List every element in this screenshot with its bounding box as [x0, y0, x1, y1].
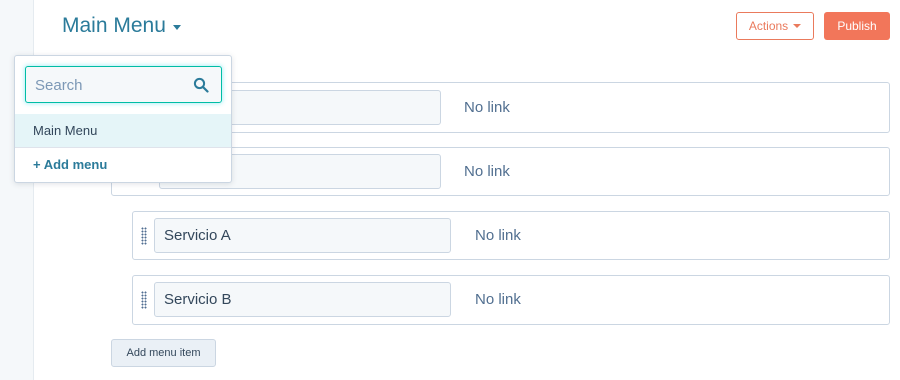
drag-handle-icon[interactable] — [141, 227, 147, 245]
search-input[interactable] — [26, 67, 197, 104]
divider — [15, 147, 231, 148]
menu-item-label-input[interactable]: Servicio A — [154, 218, 451, 253]
menu-item-row: Servicio B No link — [132, 275, 890, 325]
menu-item-link[interactable]: No link — [475, 291, 521, 308]
add-menu-item-button[interactable]: Add menu item — [111, 339, 216, 367]
menu-item-label-input[interactable]: Servicio B — [154, 282, 451, 317]
caret-down-icon — [172, 24, 181, 30]
add-menu-link[interactable]: + Add menu — [33, 157, 107, 172]
search-field[interactable] — [25, 66, 222, 104]
menu-selector[interactable]: Main Menu — [62, 14, 181, 38]
menu-item-link[interactable]: No link — [464, 99, 510, 116]
actions-button[interactable]: Actions — [736, 12, 814, 40]
actions-label: Actions — [748, 19, 789, 33]
search-icon[interactable] — [193, 77, 209, 93]
menu-item-link[interactable]: No link — [475, 227, 521, 244]
menu-title: Main Menu — [62, 14, 166, 37]
menu-dropdown: Main Menu + Add menu — [14, 55, 232, 183]
publish-button[interactable]: Publish — [824, 12, 890, 40]
menu-item-row: Servicio A No link — [132, 211, 890, 260]
caret-down-icon — [793, 24, 802, 28]
menu-item-link[interactable]: No link — [464, 163, 510, 180]
drag-handle-icon[interactable] — [141, 291, 147, 309]
dropdown-item-main-menu[interactable]: Main Menu — [15, 114, 231, 147]
